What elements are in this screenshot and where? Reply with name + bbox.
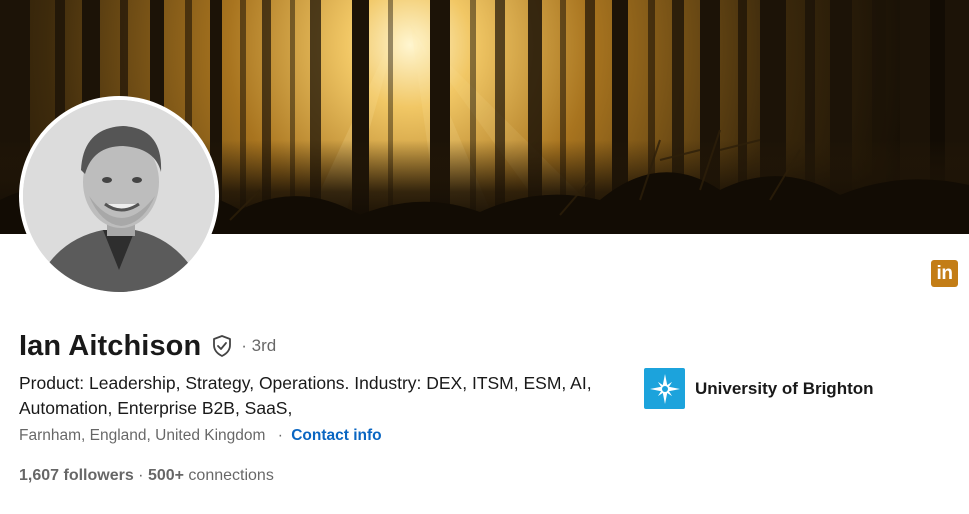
connection-degree: · 3rd (241, 336, 277, 355)
location-separator: · (277, 427, 283, 444)
profile-card: in Ian Aitchison · 3rd Product: Leadersh… (0, 0, 969, 514)
contact-info-link[interactable]: Contact info (291, 427, 381, 444)
profile-photo (23, 100, 215, 292)
verified-shield-icon[interactable] (210, 334, 234, 358)
stats-separator: · (133, 467, 148, 484)
star-compass-icon (644, 368, 685, 409)
linkedin-icon: in (931, 260, 958, 287)
education-university-of-brighton[interactable]: University of Brighton (644, 368, 874, 409)
name-row: Ian Aitchison · 3rd (19, 326, 276, 366)
connections-count[interactable]: 500+ (148, 467, 184, 484)
profile-name: Ian Aitchison (19, 329, 202, 362)
profile-location: Farnham, England, United Kingdom (19, 427, 266, 444)
profile-avatar[interactable] (19, 96, 219, 296)
education-name: University of Brighton (695, 378, 874, 398)
followers-count[interactable]: 1,607 followers (19, 467, 134, 484)
location-row: Farnham, England, United Kingdom · Conta… (19, 425, 382, 447)
connections-label: connections (183, 467, 274, 484)
profile-headline: Product: Leadership, Strategy, Operation… (19, 373, 592, 418)
network-stats: 1,607 followers · 500+ connections (19, 465, 274, 487)
